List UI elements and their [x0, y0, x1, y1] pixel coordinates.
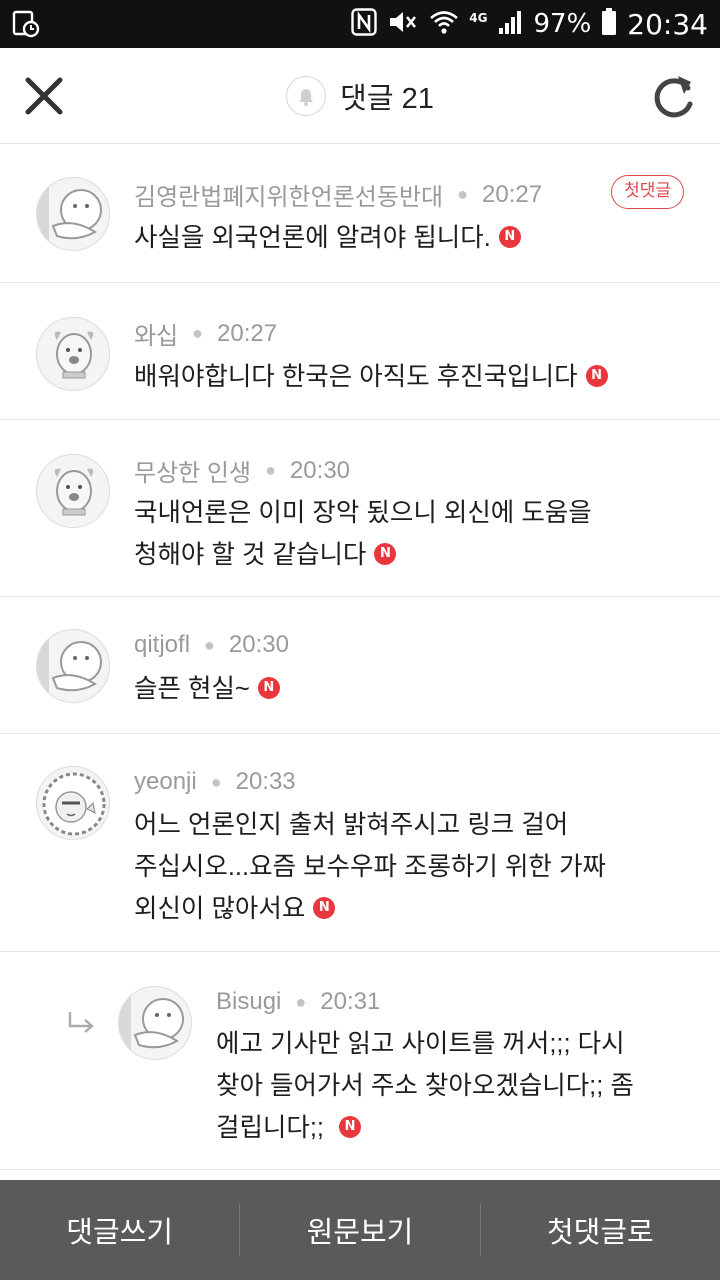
mute-icon	[387, 8, 419, 40]
comment-line: 걸립니다;;	[216, 1114, 325, 1142]
go-first-comment-button[interactable]: 첫댓글로	[481, 1180, 720, 1280]
comment-text: 배워야합니다 한국은 아직도 후진국입니다 N	[134, 356, 608, 398]
comment-text: 국내언론은 이미 장악 됬으니 외신에 도움을 청해야 할 것 같습니다 N	[134, 492, 592, 576]
battery-level: 97%	[533, 9, 592, 39]
first-comment-badge: 첫댓글	[611, 175, 684, 209]
comment-item: yeonji ● 20:33 어느 언론인지 출처 밝혀주시고 링크 걸어 주십…	[0, 734, 720, 952]
separator-dot: ●	[265, 460, 276, 480]
close-icon	[25, 77, 63, 115]
ryan-avatar[interactable]	[36, 629, 110, 703]
bottom-action-bar: 댓글쓰기 원문보기 첫댓글로	[0, 1180, 720, 1280]
network-type: 4G	[469, 11, 488, 25]
comment-line: 어느 언론인지 출처 밝혀주시고 링크 걸어	[134, 811, 569, 839]
write-comment-button[interactable]: 댓글쓰기	[0, 1180, 239, 1280]
screen-record-icon	[12, 10, 40, 38]
naver-badge-icon: N	[313, 897, 336, 920]
comment-author[interactable]: 무상한 인생	[134, 453, 251, 488]
comment-time: 20:27	[217, 319, 278, 347]
comment-time: 20:33	[235, 768, 296, 795]
status-icons: 4G 97% 20:34	[351, 0, 708, 48]
separator-dot: ●	[204, 634, 215, 655]
comment-author[interactable]: yeonji	[134, 768, 197, 796]
comment-list: 김영란법폐지위한언론선동반대 ● 20:27 첫댓글 사실을 외국언론에 알려야…	[0, 145, 720, 1170]
comment-author[interactable]: 와십	[134, 316, 178, 351]
comment-line: 외신이 많아서요	[134, 895, 306, 923]
comment-text: 사실을 외국언론에 알려야 됩니다. N	[134, 217, 521, 259]
close-button[interactable]	[20, 72, 68, 120]
comment-author[interactable]: qitjofl	[134, 631, 190, 659]
comment-author[interactable]: Bisugi	[216, 988, 281, 1016]
curly-hair-character-icon	[42, 772, 106, 836]
wifi-icon	[429, 9, 459, 39]
comment-time: 20:31	[320, 988, 381, 1015]
refresh-button[interactable]	[648, 70, 698, 124]
comment-line: 찾아 들어가서 주소 찾아오겠습니다;; 좀	[216, 1072, 634, 1100]
notification-bell-button[interactable]	[286, 76, 327, 116]
ryan-icon	[119, 987, 184, 1059]
separator-dot: ●	[192, 323, 204, 343]
battery-icon	[601, 8, 617, 40]
ryan-icon	[37, 630, 102, 702]
reply-item: Bisugi ● 20:31 에고 기사만 읽고 사이트를 꺼서;;; 다시 찾…	[0, 952, 720, 1170]
comment-meta: yeonji ● 20:33	[134, 768, 296, 796]
dog-avatar[interactable]	[36, 317, 110, 391]
signal-icon	[498, 9, 524, 39]
status-bar: 4G 97% 20:34	[0, 0, 720, 48]
dog-icon	[54, 468, 94, 516]
separator-dot: ●	[295, 991, 307, 1012]
comment-line: 사실을 외국언론에 알려야 됩니다.	[134, 224, 491, 252]
comment-line: 청해야 할 것 같습니다	[134, 541, 367, 569]
separator-dot: ●	[457, 184, 468, 204]
ryan-icon	[37, 178, 102, 250]
header: 댓글 21	[0, 48, 720, 144]
comment-meta: 무상한 인생 ● 20:30	[134, 453, 350, 488]
comment-item: 무상한 인생 ● 20:30 국내언론은 이미 장악 됬으니 외신에 도움을 청…	[0, 420, 720, 597]
naver-badge-icon: N	[339, 1116, 362, 1139]
refresh-icon	[654, 76, 693, 118]
header-title-group: 댓글 21	[0, 48, 720, 144]
comment-line: 국내언론은 이미 장악 됬으니 외신에 도움을	[134, 499, 592, 527]
comment-item: 와십 ● 20:27 배워야합니다 한국은 아직도 후진국입니다 N	[0, 283, 720, 420]
comment-meta: Bisugi ● 20:31	[216, 988, 380, 1016]
naver-badge-icon: N	[257, 677, 280, 700]
comment-author[interactable]: 김영란법폐지위한언론선동반대	[134, 177, 443, 212]
naver-badge-icon: N	[498, 226, 521, 249]
comment-time: 20:27	[482, 180, 543, 208]
view-original-button[interactable]: 원문보기	[240, 1180, 479, 1280]
clock: 20:34	[627, 7, 708, 41]
page-title: 댓글 21	[340, 83, 434, 115]
nfc-icon	[351, 8, 377, 40]
comment-time: 20:30	[228, 631, 289, 658]
curly-avatar[interactable]	[36, 766, 110, 840]
dog-icon	[54, 331, 94, 379]
comment-line: 슬픈 현실~	[134, 675, 250, 703]
comment-meta: 김영란법폐지위한언론선동반대 ● 20:27	[134, 177, 542, 212]
ryan-avatar[interactable]	[118, 986, 192, 1060]
naver-badge-icon: N	[374, 543, 397, 566]
comment-line: 주십시오...요즘 보수우파 조롱하기 위한 가짜	[134, 853, 606, 881]
comment-line: 배워야합니다 한국은 아직도 후진국입니다	[134, 363, 578, 391]
comment-item: qitjofl ● 20:30 슬픈 현실~ N	[0, 597, 720, 734]
comment-item: 김영란법폐지위한언론선동반대 ● 20:27 첫댓글 사실을 외국언론에 알려야…	[0, 145, 720, 283]
comment-time: 20:30	[289, 456, 351, 484]
naver-badge-icon: N	[585, 365, 608, 388]
separator-dot: ●	[210, 771, 222, 792]
comment-text: 슬픈 현실~ N	[134, 668, 280, 710]
comment-line: 에고 기사만 읽고 사이트를 꺼서;;; 다시	[216, 1030, 625, 1058]
ryan-avatar[interactable]	[36, 177, 110, 251]
comment-text: 에고 기사만 읽고 사이트를 꺼서;;; 다시 찾아 들어가서 주소 찾아오겠습…	[216, 1023, 634, 1149]
comment-text: 어느 언론인지 출처 밝혀주시고 링크 걸어 주십시오...요즘 보수우파 조롱…	[134, 804, 606, 930]
reply-arrow-icon	[66, 1010, 96, 1038]
dog-avatar[interactable]	[36, 454, 110, 528]
comment-meta: qitjofl ● 20:30	[134, 631, 289, 659]
bell-icon	[299, 89, 314, 106]
comment-meta: 와십 ● 20:27	[134, 316, 277, 351]
